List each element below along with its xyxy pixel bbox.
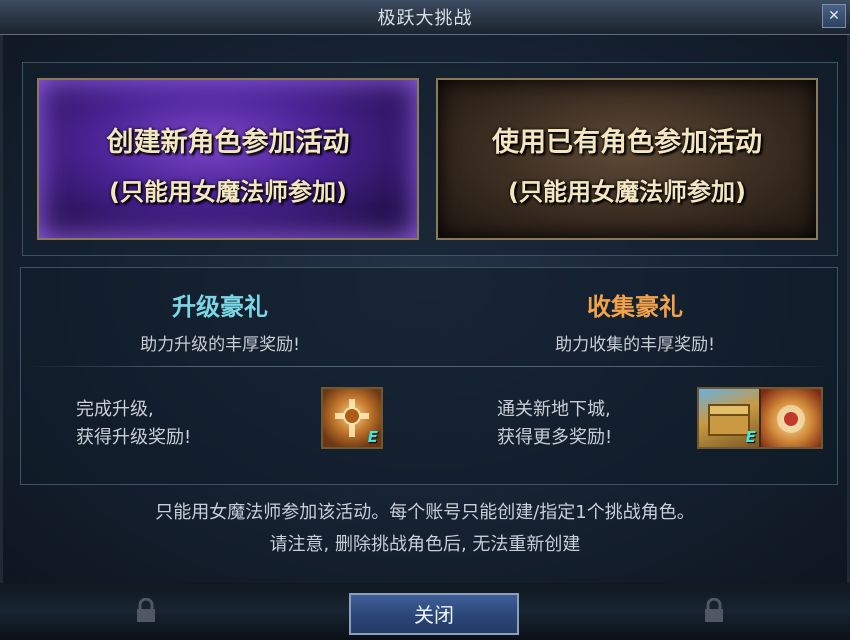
level-reward-item[interactable]: E [321, 387, 383, 449]
collect-reward-condition: 通关新地下城, 获得更多奖励! [497, 396, 612, 452]
level-condition-line2: 获得升级奖励! [76, 427, 192, 448]
collect-reward-items: E [697, 387, 823, 449]
epic-badge: E [367, 428, 378, 446]
lock-icon [133, 597, 159, 626]
treasure-icon [761, 389, 821, 447]
level-reward-desc: 助力升级的丰厚奖励! [140, 335, 300, 355]
notice-line-2: 请注意, 删除挑战角色后, 无法重新创建 [269, 534, 581, 555]
level-reward-title: 升级豪礼 [172, 293, 268, 321]
use-existing-character-button[interactable]: 使用已有角色参加活动 (只能用女魔法师参加) [436, 78, 818, 240]
collect-reward-item-2[interactable] [761, 389, 821, 447]
create-new-character-button[interactable]: 创建新角色参加活动 (只能用女魔法师参加) [37, 78, 419, 240]
notice-line-1: 只能用女魔法师参加该活动。每个账号只能创建/指定1个挑战角色。 [155, 502, 695, 523]
chest-icon: E [699, 389, 759, 447]
collect-condition-line2: 获得更多奖励! [497, 427, 613, 448]
use-existing-character-subtitle: (只能用女魔法师参加) [508, 178, 746, 206]
collect-reward-desc: 助力收集的丰厚奖励! [555, 335, 715, 355]
lock-icon-graphic-left [137, 597, 155, 622]
window-titlebar: 极跃大挑战 ✕ [0, 0, 850, 35]
create-new-character-title: 创建新角色参加活动 [106, 127, 350, 158]
use-existing-character-title: 使用已有角色参加活动 [492, 127, 762, 158]
lock-icon-graphic-right [705, 597, 723, 622]
close-icon[interactable]: ✕ [822, 4, 846, 28]
close-button[interactable]: 关闭 [349, 593, 519, 635]
collect-condition-line1: 通关新地下城, [497, 399, 611, 420]
treasure-icon-graphic [777, 405, 805, 433]
window-title: 极跃大挑战 [377, 8, 473, 29]
collect-reward-item-1[interactable]: E [699, 389, 759, 447]
create-new-character-subtitle: (只能用女魔法师参加) [109, 178, 347, 206]
gear-icon: E [323, 389, 381, 447]
rewards-divider [26, 366, 832, 367]
collect-reward-title: 收集豪礼 [587, 293, 683, 321]
epic-badge: E [745, 428, 756, 446]
level-reward-condition: 完成升级, 获得升级奖励! [76, 396, 191, 452]
level-condition-line1: 完成升级, [76, 399, 154, 420]
lock-icon [701, 597, 727, 626]
